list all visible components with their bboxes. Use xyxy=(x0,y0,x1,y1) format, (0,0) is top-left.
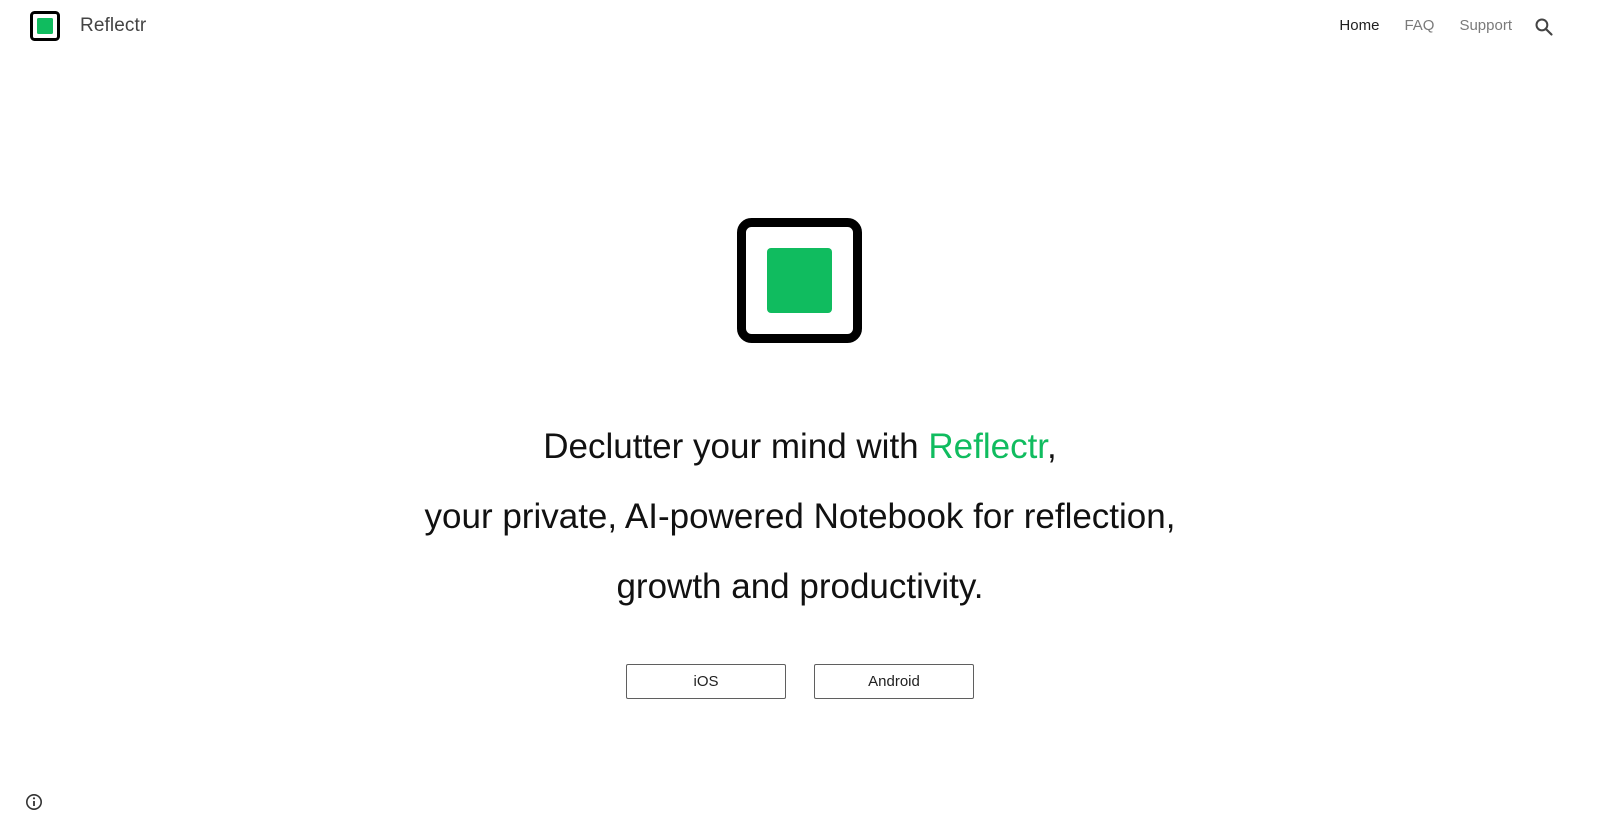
headline-line3: growth and productivity. xyxy=(616,567,984,606)
headline-line1-prefix: Declutter your mind with xyxy=(543,427,929,466)
nav-home[interactable]: Home xyxy=(1339,17,1379,34)
brand-name: Reflectr xyxy=(80,15,147,36)
nav-faq[interactable]: FAQ xyxy=(1404,17,1434,34)
android-button[interactable]: Android xyxy=(814,664,974,699)
reflectr-logo-icon xyxy=(30,11,60,41)
download-buttons: iOS Android xyxy=(0,664,1600,699)
headline-line2: your private, AI-powered Notebook for re… xyxy=(424,497,1176,536)
search-icon[interactable] xyxy=(1534,17,1554,37)
brand-home-link[interactable]: Reflectr xyxy=(30,11,146,41)
ios-button[interactable]: iOS xyxy=(626,664,786,699)
site-header: Reflectr Home FAQ Support xyxy=(0,0,1600,56)
hero-headline: Declutter your mind with Reflectr, your … xyxy=(0,412,1600,622)
main-nav: Home FAQ Support xyxy=(1314,17,1512,34)
info-icon[interactable] xyxy=(25,793,43,811)
page: Reflectr Home FAQ Support Declutter your… xyxy=(0,0,1600,834)
hero-logo-icon xyxy=(737,218,862,343)
nav-support[interactable]: Support xyxy=(1459,17,1512,34)
headline-brand-accent: Reflectr xyxy=(928,427,1048,466)
headline-line1-suffix: , xyxy=(1047,427,1057,466)
